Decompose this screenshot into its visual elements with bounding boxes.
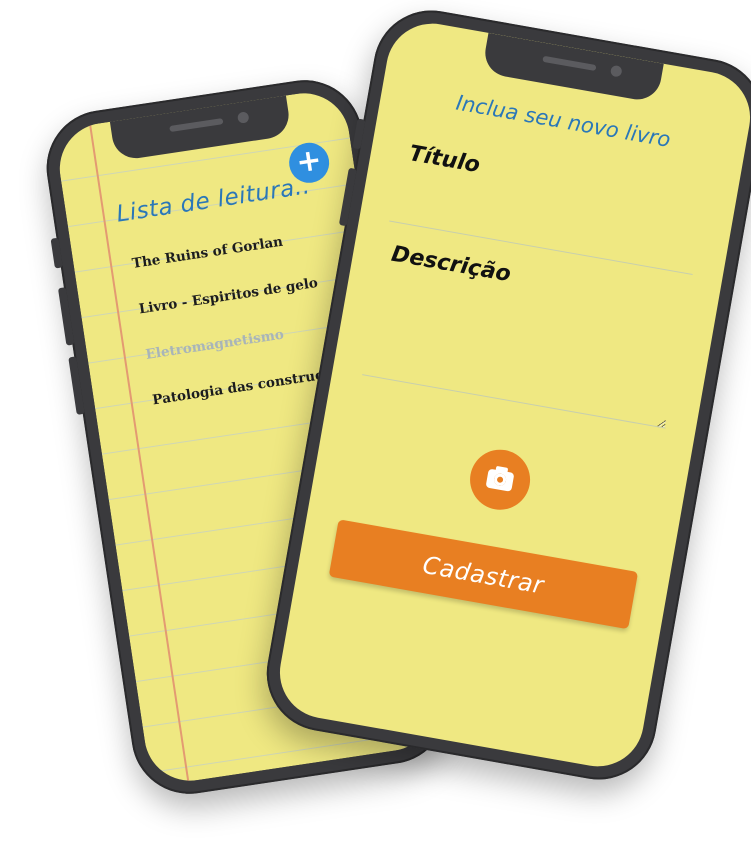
- speaker-grille: [169, 118, 224, 133]
- front-camera-dot: [609, 64, 623, 78]
- reading-list-title: Lista de leitura..: [114, 173, 312, 228]
- speaker-grille: [542, 55, 597, 72]
- phone-notch: [481, 32, 664, 104]
- camera-button[interactable]: [465, 444, 535, 515]
- submit-button[interactable]: Cadastrar: [328, 519, 639, 630]
- volume-up-button: [57, 287, 75, 346]
- front-camera-dot: [236, 111, 250, 124]
- camera-icon: [476, 445, 535, 492]
- phone-notch: [109, 95, 292, 162]
- plus-icon: +: [293, 142, 324, 181]
- volume-down-button: [68, 356, 85, 415]
- description-input[interactable]: [362, 272, 684, 429]
- mute-switch: [50, 237, 63, 269]
